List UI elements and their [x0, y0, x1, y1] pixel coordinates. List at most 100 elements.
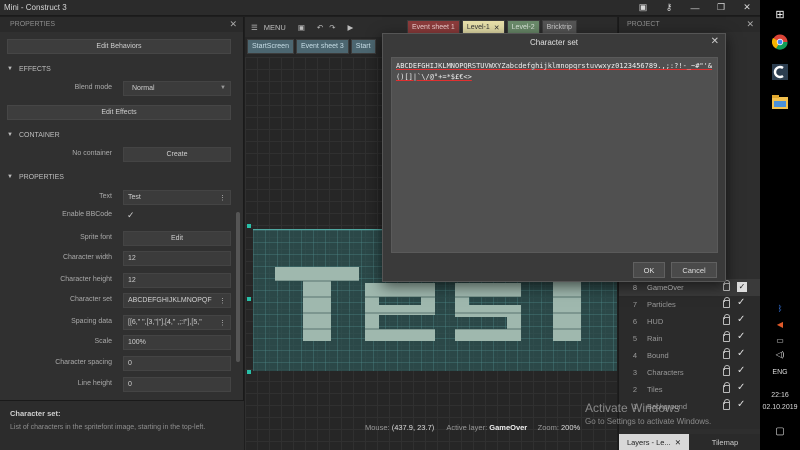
container-label: No container — [72, 150, 112, 157]
clipboard-icon[interactable]: ▣ — [630, 0, 656, 15]
more-icon[interactable]: ⋮ — [219, 194, 226, 202]
visibility-checkbox[interactable]: ✓ — [737, 348, 745, 359]
start-icon[interactable]: ⊞ — [770, 4, 790, 24]
layer-hud[interactable]: 6 HUD ✓ — [619, 313, 761, 330]
character-set-dialog: Character set ✕ ABCDEFGHIJKLMNOPQRSTUVWX… — [382, 33, 726, 282]
line-height-label: Line height — [77, 380, 112, 387]
properties-panel: PROPERTIES ✕ Edit Behaviors ▼ EFFECTS Bl… — [0, 17, 244, 450]
layer-name: GameOver — [647, 283, 684, 292]
chrome-icon[interactable] — [770, 32, 790, 52]
clock-date[interactable]: 02.10.2019 — [760, 404, 800, 411]
character-height-row: Character height 12 — [0, 273, 236, 289]
spacing-data-field[interactable]: [[6," ",[3,"|"],[4," ,;:!"],[5," ⋮ — [123, 315, 231, 330]
more-icon[interactable]: ⋮ — [219, 319, 226, 327]
character-height-input[interactable]: 12 — [123, 273, 231, 288]
more-icon[interactable]: ⋮ — [219, 297, 226, 305]
blend-mode-select[interactable]: Normal ▼ — [123, 81, 231, 96]
character-set-label: Character set — [69, 296, 112, 303]
visibility-checkbox[interactable]: ✓ — [737, 314, 745, 325]
properties-section[interactable]: ▼ PROPERTIES — [0, 170, 236, 184]
container-section[interactable]: ▼ CONTAINER — [0, 128, 236, 142]
menu-button[interactable]: MENU — [264, 23, 286, 32]
bluetooth-icon[interactable]: ᛒ — [760, 304, 800, 313]
close-panel-icon[interactable]: ✕ — [229, 19, 237, 30]
play-icon[interactable]: ▶ — [348, 23, 354, 32]
lock-icon[interactable] — [723, 365, 730, 376]
tab-tilemap[interactable]: Tilemap — [689, 434, 761, 450]
lock-icon[interactable] — [723, 280, 730, 291]
line-height-row: Line height 0 — [0, 377, 236, 393]
edit-behaviors-button[interactable]: Edit Behaviors — [7, 39, 231, 54]
file-explorer-icon[interactable] — [770, 92, 790, 112]
visibility-checkbox[interactable]: ✓ — [737, 399, 745, 410]
character-set-textarea[interactable]: ABCDEFGHIJKLMNOPQRSTUVWXYZabcdefghijklmn… — [391, 57, 718, 253]
lock-icon[interactable] — [723, 314, 730, 325]
character-width-input[interactable]: 12 — [123, 251, 231, 266]
lock-icon[interactable] — [723, 331, 730, 342]
volume-icon[interactable]: ◁) — [760, 350, 800, 359]
network-icon[interactable]: ▭ — [760, 336, 800, 345]
effects-section-label: EFFECTS — [18, 65, 51, 73]
close-tab-icon[interactable]: ✕ — [494, 24, 500, 32]
ok-button[interactable]: OK — [633, 262, 665, 278]
character-set-field[interactable]: ABCDEFGHIJKLMNOPQF ⋮ — [123, 293, 231, 308]
effects-section[interactable]: ▼ EFFECTS — [0, 62, 236, 76]
notification-icon[interactable]: ▢ — [760, 426, 800, 437]
tab-start[interactable]: Start — [350, 39, 376, 54]
tab-label: Level-2 — [511, 24, 535, 31]
resize-handle[interactable] — [247, 297, 251, 301]
visibility-checkbox[interactable]: ✓ — [737, 382, 745, 393]
menu-icon[interactable]: ☰ — [251, 23, 258, 32]
maximize-button[interactable]: ❐ — [708, 0, 734, 15]
lock-icon[interactable] — [723, 297, 730, 308]
visibility-checkbox[interactable]: ✓ — [737, 282, 747, 292]
enable-bbcode-checkbox[interactable]: ✓ — [123, 208, 231, 223]
sprite-font-edit-button[interactable]: Edit — [123, 231, 231, 246]
tray-app-icon[interactable]: ◀ — [760, 320, 800, 329]
create-container-button[interactable]: Create — [123, 147, 231, 162]
key-icon[interactable]: ⚷ — [656, 0, 682, 15]
lock-icon[interactable] — [723, 382, 730, 393]
construct-icon[interactable] — [770, 62, 790, 82]
layer-number: 3 — [632, 368, 637, 377]
character-spacing-input[interactable]: 0 — [123, 356, 231, 371]
close-panel-icon[interactable]: ✕ — [746, 19, 754, 30]
minimize-button[interactable]: — — [682, 0, 708, 15]
scale-input[interactable]: 100% — [123, 335, 231, 350]
close-button[interactable]: ✕ — [734, 0, 760, 15]
text-field[interactable]: Test ⋮ — [123, 190, 231, 205]
layer-tiles[interactable]: 2 Tiles ✓ — [619, 381, 761, 398]
lock-icon[interactable] — [723, 399, 730, 410]
undo-icon[interactable]: ↶ — [317, 23, 323, 32]
windows-taskbar: ⊞ ᛒ ◀ ▭ ◁) ENG 22:16 02.10.2019 ▢ — [760, 0, 800, 450]
layer-rain[interactable]: 5 Rain ✓ — [619, 330, 761, 347]
collapse-triangle-icon: ▼ — [7, 66, 13, 72]
character-spacing-label: Character spacing — [55, 359, 112, 366]
edit-effects-button[interactable]: Edit Effects — [7, 105, 231, 120]
tab-event-sheet-3[interactable]: Event sheet 3 — [295, 39, 349, 54]
line-height-input[interactable]: 0 — [123, 377, 231, 392]
title-bar: Mini - Construct 3 ▣ ⚷ — ❐ ✕ — [0, 0, 760, 16]
redo-icon[interactable]: ↷ — [329, 23, 335, 32]
language-indicator[interactable]: ENG — [760, 369, 800, 376]
properties-scrollbar[interactable] — [236, 212, 240, 362]
clock-time[interactable]: 22:16 — [760, 392, 800, 399]
layer-characters[interactable]: 3 Characters ✓ — [619, 364, 761, 381]
visibility-checkbox[interactable]: ✓ — [737, 297, 745, 308]
collapse-triangle-icon: ▼ — [7, 132, 13, 138]
visibility-checkbox[interactable]: ✓ — [737, 365, 745, 376]
layer-name: Characters — [647, 368, 684, 377]
tab-label: Bricktrip — [546, 24, 572, 31]
save-icon[interactable]: ▣ — [298, 23, 305, 32]
lock-icon[interactable] — [723, 348, 730, 359]
close-tab-icon[interactable]: ✕ — [675, 438, 681, 447]
tab-startscreen[interactable]: StartScreen — [247, 39, 294, 54]
resize-handle[interactable] — [247, 224, 251, 228]
cancel-button[interactable]: Cancel — [671, 262, 717, 278]
tab-layers[interactable]: Layers - Le... ✕ — [619, 434, 689, 450]
visibility-checkbox[interactable]: ✓ — [737, 331, 745, 342]
resize-handle[interactable] — [247, 370, 251, 374]
close-dialog-icon[interactable]: ✕ — [711, 36, 719, 47]
layer-bound[interactable]: 4 Bound ✓ — [619, 347, 761, 364]
layer-particles[interactable]: 7 Particles ✓ — [619, 296, 761, 313]
